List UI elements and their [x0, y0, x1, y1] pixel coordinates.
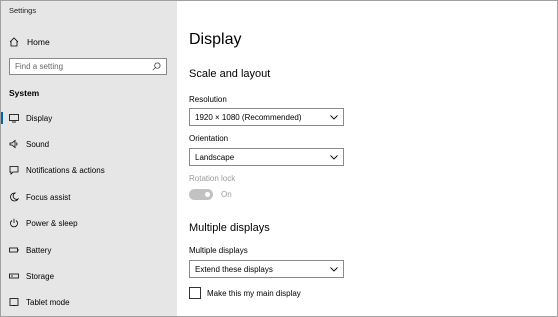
sidebar-item-label: Power & sleep: [26, 218, 78, 228]
home-label: Home: [27, 37, 50, 47]
sidebar-item-display[interactable]: Display: [1, 107, 177, 129]
orientation-label: Orientation: [189, 134, 229, 143]
sidebar-item-label: Tablet mode: [26, 297, 70, 307]
sidebar-item-sound[interactable]: Sound: [1, 133, 177, 155]
rotation-lock-toggle[interactable]: [189, 189, 213, 200]
section-heading-scale-layout: Scale and layout: [189, 68, 271, 80]
main-display-checkbox-label[interactable]: Make this my main display: [207, 289, 301, 298]
orientation-dropdown[interactable]: Landscape: [189, 148, 344, 166]
multiple-displays-label: Multiple displays: [189, 246, 248, 255]
resolution-dropdown[interactable]: 1920 × 1080 (Recommended): [189, 108, 344, 126]
settings-window: Settings Home System Display S: [0, 0, 558, 317]
speaker-icon: [9, 139, 19, 149]
resolution-label: Resolution: [189, 95, 227, 104]
battery-icon: [9, 245, 19, 255]
moon-icon: [9, 192, 19, 202]
sidebar-item-power-sleep[interactable]: Power & sleep: [1, 212, 177, 234]
multiple-displays-dropdown[interactable]: Extend these displays: [189, 260, 344, 278]
sidebar-item-label: Battery: [26, 245, 52, 255]
monitor-icon: [9, 113, 19, 123]
sidebar-item-label: Sound: [26, 139, 50, 149]
tablet-icon: [9, 297, 19, 307]
sidebar-item-tablet-mode[interactable]: Tablet mode: [1, 291, 177, 313]
power-icon: [9, 218, 19, 228]
toggle-knob: [205, 192, 210, 197]
resolution-value: 1920 × 1080 (Recommended): [195, 112, 302, 122]
message-icon: [9, 165, 19, 175]
sidebar-item-storage[interactable]: Storage: [1, 265, 177, 287]
rotation-lock-label: Rotation lock: [189, 174, 236, 183]
content-panel: Display Scale and layout Resolution 1920…: [177, 1, 557, 316]
sidebar-item-label: Focus assist: [26, 192, 71, 202]
orientation-value: Landscape: [195, 152, 235, 162]
search-icon: [152, 62, 161, 71]
chevron-down-icon: [330, 114, 338, 120]
sidebar-item-notifications[interactable]: Notifications & actions: [1, 159, 177, 181]
sidebar-item-label: Storage: [26, 271, 55, 281]
chevron-down-icon: [330, 154, 338, 160]
section-heading-multiple-displays: Multiple displays: [189, 222, 270, 234]
multiple-displays-value: Extend these displays: [195, 264, 273, 274]
sidebar-item-label: Notifications & actions: [26, 165, 105, 175]
search-box[interactable]: [9, 58, 167, 75]
section-label-system: System: [9, 88, 40, 98]
window-title: Settings: [9, 6, 37, 15]
rotation-lock-state: On: [221, 190, 232, 199]
sidebar-item-battery[interactable]: Battery: [1, 239, 177, 261]
sidebar: Settings Home System Display S: [1, 1, 177, 316]
sidebar-item-focus-assist[interactable]: Focus assist: [1, 186, 177, 208]
main-display-checkbox[interactable]: [189, 287, 201, 299]
storage-icon: [9, 271, 19, 281]
chevron-down-icon: [330, 266, 338, 272]
search-input[interactable]: [15, 62, 152, 71]
home-icon: [9, 37, 19, 47]
sidebar-item-label: Display: [26, 113, 53, 123]
page-title: Display: [189, 31, 242, 48]
home-link[interactable]: Home: [9, 35, 50, 49]
